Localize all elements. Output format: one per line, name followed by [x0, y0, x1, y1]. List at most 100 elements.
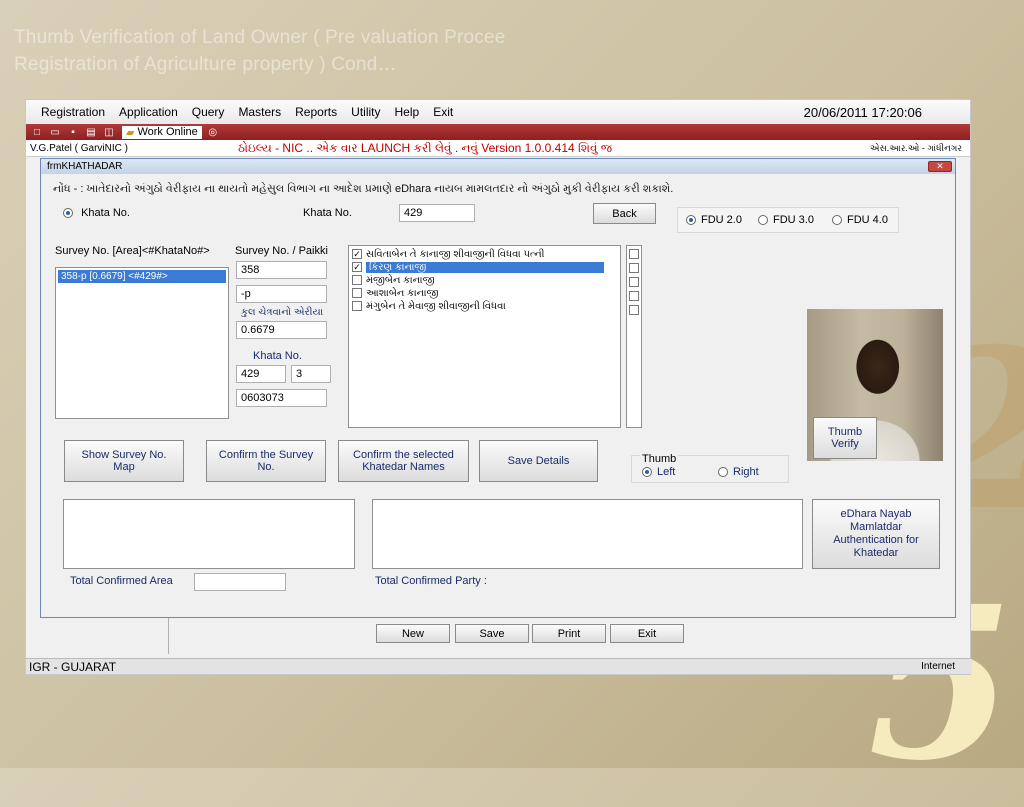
save-button[interactable]: Save: [455, 624, 529, 643]
status-left: IGR - GUJARAT: [29, 659, 117, 674]
folder-icon: ▰: [126, 126, 135, 139]
owner-name: મંજીબેન કાનાજી: [366, 275, 435, 286]
show-survey-map-button[interactable]: Show Survey No. Map: [64, 440, 184, 482]
fdu-3-option[interactable]: FDU 3.0: [758, 214, 814, 226]
checkbox-icon[interactable]: [629, 305, 639, 315]
area-summary-box[interactable]: [63, 499, 355, 569]
menu-utility[interactable]: Utility: [351, 105, 380, 119]
owner-name: મંગુબેન તે મેવાજી શીવાજીની વિધવા: [366, 301, 506, 312]
menu-masters[interactable]: Masters: [238, 105, 281, 119]
close-icon[interactable]: ✕: [928, 161, 952, 172]
checkbox-icon[interactable]: [352, 301, 362, 312]
menu-application[interactable]: Application: [119, 105, 178, 119]
radio-icon: [63, 208, 73, 219]
radio-icon: [758, 215, 768, 226]
party-summary-box[interactable]: [372, 499, 803, 569]
confirm-survey-button[interactable]: Confirm the Survey No.: [206, 440, 326, 482]
thumb-verify-button[interactable]: Thumb Verify: [813, 417, 877, 459]
thumb-group: Thumb Left Right: [631, 453, 789, 483]
thumb-right-label: Right: [733, 466, 759, 478]
work-online-button[interactable]: ▰ Work Online: [122, 125, 202, 139]
save-details-button[interactable]: Save Details: [479, 440, 598, 482]
area-input[interactable]: 0.6679: [236, 321, 327, 339]
checkbox-checked-icon[interactable]: ✓: [352, 262, 362, 273]
globe-icon[interactable]: ◎: [206, 126, 220, 138]
menu-help[interactable]: Help: [395, 105, 420, 119]
checkbox-checked-icon[interactable]: ✓: [352, 249, 362, 260]
status-right: Internet: [921, 661, 955, 672]
owner-item[interactable]: મંજીબેન કાનાજી: [351, 274, 618, 287]
menu-registration[interactable]: Registration: [41, 105, 105, 119]
thumb-left-label: Left: [657, 466, 676, 478]
khata-label: Khata No.: [303, 207, 352, 219]
fdu-4-option[interactable]: FDU 4.0: [832, 214, 888, 226]
back-button[interactable]: Back: [593, 203, 656, 224]
confirm-khatedar-button[interactable]: Confirm the selected Khatedar Names: [338, 440, 469, 482]
owner-item-selected[interactable]: ✓ કિરણ કાનાજી: [351, 261, 618, 274]
radio-icon: [686, 215, 696, 226]
khata-no-label: Khata No.: [253, 350, 302, 362]
owner-item[interactable]: ✓ સવિતાબેન તે કાનાજી શીવાજીની વિધવા પત્ની: [351, 248, 618, 261]
checkbox-icon[interactable]: [629, 277, 639, 287]
survey-list-header: Survey No. [Area]<#KhataNo#>: [55, 245, 210, 257]
owner-check-column: [626, 245, 642, 428]
checkbox-icon[interactable]: [352, 275, 362, 286]
form-titlebar: frmKHATHADAR ✕: [41, 159, 955, 174]
survey-paikki-label: Survey No. / Paikki: [235, 245, 328, 257]
radio-icon: [832, 215, 842, 226]
note-text: નોંધ - : ખાતેદારનો અંગુઠો વેરીફાય ના થાય…: [53, 183, 674, 195]
checkbox-icon[interactable]: [629, 249, 639, 259]
survey-no-input[interactable]: 358: [236, 261, 327, 279]
preview-icon[interactable]: ◫: [102, 126, 116, 138]
slide-title-line2: Registration of Agriculture property ) C…: [14, 54, 397, 75]
thumb-right-option[interactable]: Right: [718, 466, 759, 478]
datetime: 20/06/2011 17:20:06: [803, 104, 922, 120]
app-window: Registration Application Query Masters R…: [25, 99, 972, 675]
radio-icon: [718, 467, 728, 478]
thumb-left-option[interactable]: Left: [642, 466, 675, 478]
form-title: frmKHATHADAR: [47, 161, 123, 172]
code-input[interactable]: 0603073: [236, 389, 327, 407]
radio-khata[interactable]: Khata No.: [63, 207, 130, 219]
new-button[interactable]: New: [376, 624, 450, 643]
survey-list-item[interactable]: 358-p [0.6679] <#429#>: [58, 270, 226, 283]
checkbox-icon[interactable]: [352, 288, 362, 299]
khathadar-form: frmKHATHADAR ✕ નોંધ - : ખાતેદારનો અંગુઠો…: [40, 158, 956, 618]
total-area-label: Total Confirmed Area: [70, 575, 173, 587]
menu-reports[interactable]: Reports: [295, 105, 337, 119]
open-folder-icon[interactable]: ▭: [48, 126, 62, 138]
toolbar: □ ▭ ▪ ▤ ◫ ▰ Work Online ◎: [26, 124, 970, 140]
area-label: કુલ ચેત્રવાનો એરીયા: [241, 307, 324, 318]
checkbox-icon[interactable]: [629, 263, 639, 273]
total-area-input[interactable]: [194, 573, 286, 591]
fdu-2-option[interactable]: FDU 2.0: [686, 214, 742, 226]
owner-name: સવિતાબેન તે કાનાજી શીવાજીની વિધવા પત્ની: [366, 249, 545, 260]
khata-no-input[interactable]: 429: [236, 365, 286, 383]
owner-item[interactable]: આશાબેન કાનાજી: [351, 287, 618, 300]
menu-exit[interactable]: Exit: [433, 105, 453, 119]
menu-query[interactable]: Query: [192, 105, 225, 119]
info-bar: V.G.Patel ( GarviNIC ) ઠોઇલ્ય - NIC .. એ…: [26, 140, 970, 157]
user-label: V.G.Patel ( GarviNIC ): [30, 142, 128, 154]
print-icon[interactable]: ▤: [84, 126, 98, 138]
total-party-label: Total Confirmed Party :: [375, 575, 487, 587]
status-bar: IGR - GUJARAT Internet: [26, 658, 972, 674]
owner-list[interactable]: ✓ સવિતાબેન તે કાનાજી શીવાજીની વિધવા પત્ની…: [348, 245, 621, 428]
edhara-auth-button[interactable]: eDhara Nayab Mamlatdar Authentication fo…: [812, 499, 940, 569]
owner-name: કિરણ કાનાજી: [366, 262, 604, 273]
owner-item[interactable]: મંગુબેન તે મેવાજી શીવાજીની વિધવા: [351, 300, 618, 313]
fdu-2-label: FDU 2.0: [701, 214, 742, 226]
slide-title-line1: Thumb Verification of Land Owner ( Pre v…: [14, 27, 506, 48]
save-icon[interactable]: ▪: [66, 126, 80, 138]
print-button[interactable]: Print: [532, 624, 606, 643]
khata-input[interactable]: 429: [399, 204, 475, 222]
thumb-group-label: Thumb: [640, 453, 679, 465]
paikki-input[interactable]: -p: [236, 285, 327, 303]
fdu-4-label: FDU 4.0: [847, 214, 888, 226]
new-file-icon[interactable]: □: [30, 126, 44, 138]
work-online-label: Work Online: [137, 126, 198, 138]
checkbox-icon[interactable]: [629, 291, 639, 301]
khata-sub-input[interactable]: 3: [291, 365, 331, 383]
exit-button[interactable]: Exit: [610, 624, 684, 643]
survey-list[interactable]: 358-p [0.6679] <#429#>: [55, 267, 229, 419]
